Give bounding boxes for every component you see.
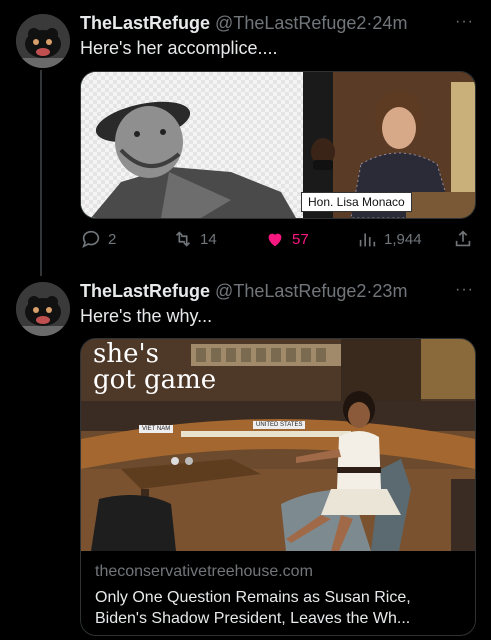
link-card-footer[interactable]: theconservativetreehouse.com Only One Qu… (81, 551, 475, 631)
link-card[interactable]: she's got game VIET NAM UNITED STATES th… (80, 338, 476, 636)
tweet-1[interactable]: TheLastRefuge @TheLastRefuge2·24m ··· He… (0, 0, 491, 276)
handle[interactable]: @TheLastRefuge2 (215, 281, 366, 301)
timestamp[interactable]: 23m (372, 281, 407, 301)
views-button[interactable]: 1,944 (356, 228, 422, 250)
tweet-2[interactable]: TheLastRefuge @TheLastRefuge2·23m ··· He… (0, 276, 491, 640)
tweet-text: Here's the why... (80, 306, 213, 326)
reply-button[interactable]: 2 (80, 228, 116, 250)
tweet-actions: 2 14 57 1,944 (80, 228, 475, 254)
retweet-count: 14 (200, 230, 217, 248)
media-photo (81, 72, 475, 218)
avatar[interactable] (16, 14, 70, 68)
tweet-text: Here's her accomplice.... (80, 38, 278, 58)
image-overlay-line-1: she's (93, 339, 159, 369)
retweet-icon (175, 231, 191, 247)
tweet-header: TheLastRefuge @TheLastRefuge2·23m (80, 281, 407, 302)
reply-count: 2 (108, 230, 117, 248)
reply-icon (82, 230, 100, 248)
like-count: 57 (292, 230, 309, 248)
handle[interactable]: @TheLastRefuge2 (215, 13, 366, 33)
link-domain: theconservativetreehouse.com (95, 563, 313, 580)
tweet-header: TheLastRefuge @TheLastRefuge2·24m (80, 13, 407, 34)
display-name[interactable]: TheLastRefuge (80, 13, 210, 33)
share-button[interactable] (452, 228, 474, 250)
more-options-icon[interactable]: ··· (455, 281, 474, 299)
display-name[interactable]: TheLastRefuge (80, 281, 210, 301)
image-overlay-line-2: got game (93, 365, 217, 395)
placard-left: VIET NAM (139, 425, 174, 433)
tweet-media-image[interactable]: Hon. Lisa Monaco (80, 71, 476, 219)
image-caption: Hon. Lisa Monaco (301, 192, 412, 212)
avatar[interactable] (16, 282, 70, 336)
more-options-icon[interactable]: ··· (455, 13, 474, 31)
retweet-button[interactable]: 14 (172, 228, 217, 250)
views-chart-icon (359, 233, 376, 247)
view-count: 1,944 (384, 230, 422, 248)
share-icon (455, 230, 471, 247)
like-button[interactable]: 57 (264, 228, 309, 250)
timestamp[interactable]: 24m (372, 13, 407, 33)
heart-icon (268, 233, 282, 247)
link-title: Only One Question Remains as Susan Rice,… (95, 589, 411, 627)
placard-right: UNITED STATES (253, 421, 306, 429)
